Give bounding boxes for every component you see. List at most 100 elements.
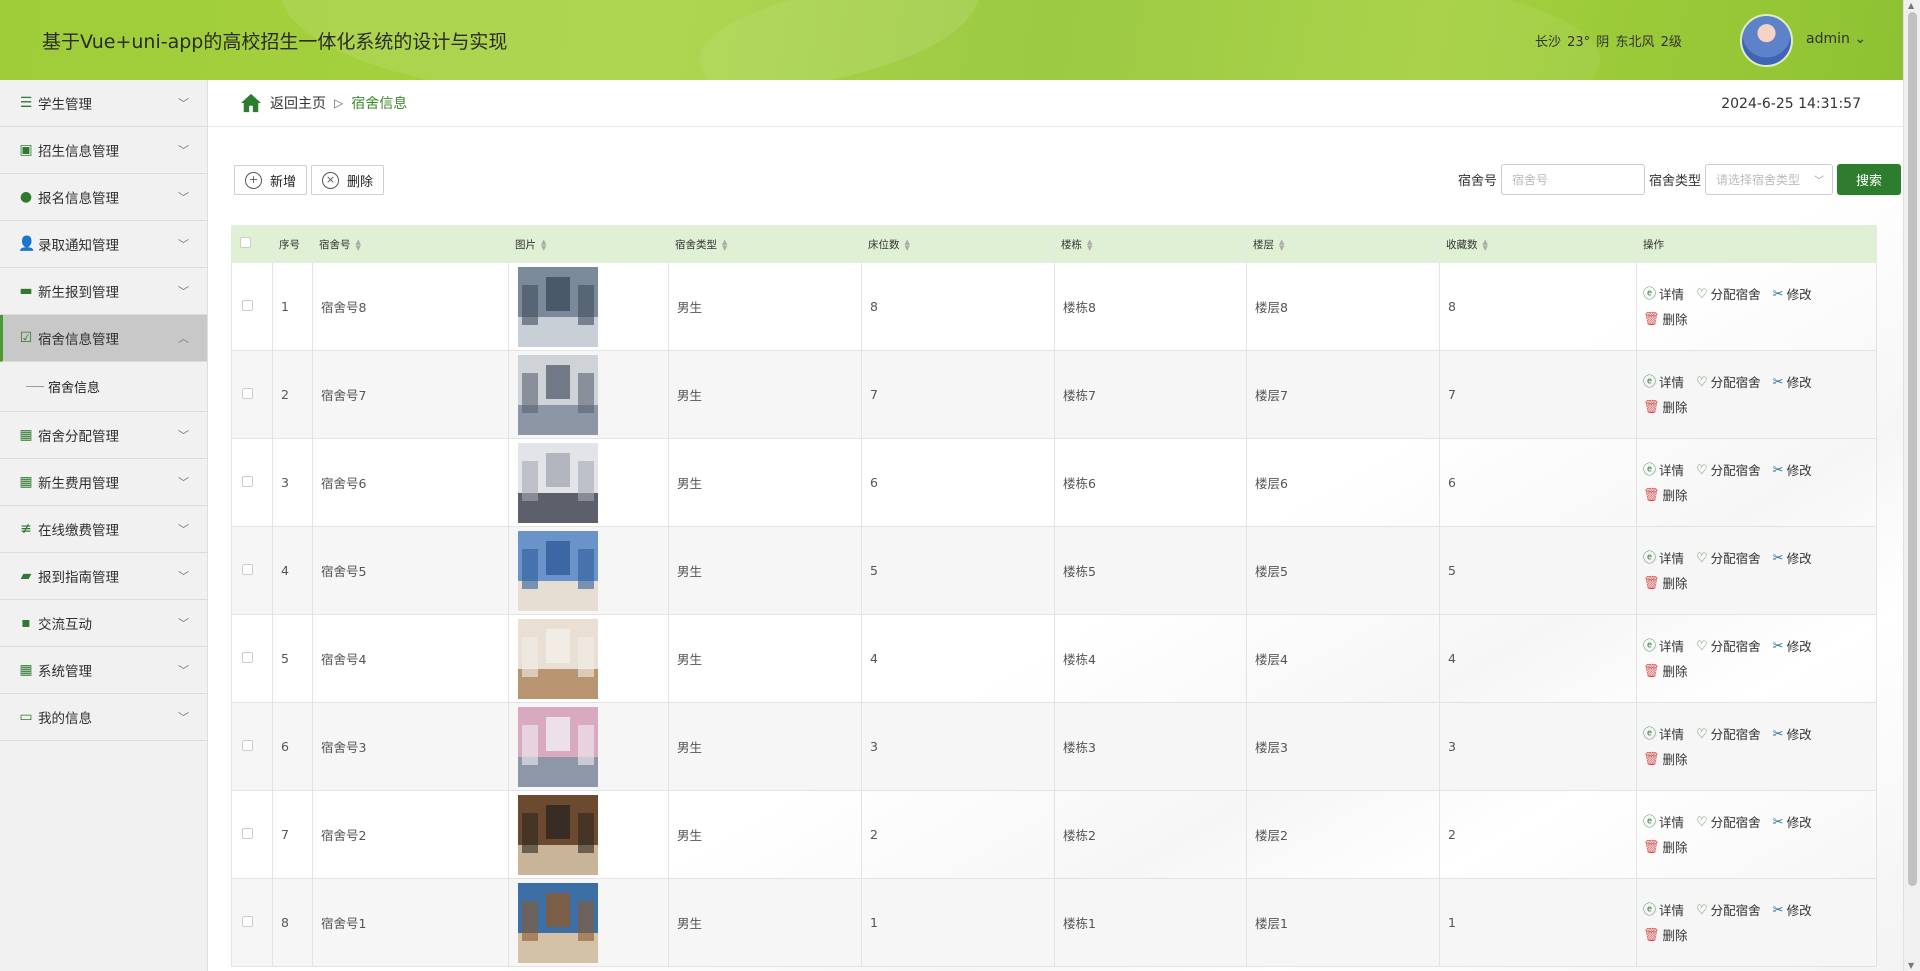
row-delete-button[interactable]: 🗑 删除	[1643, 836, 1688, 860]
edit-button[interactable]: ✂ 修改	[1773, 459, 1812, 483]
sort-icon[interactable]: ▲ ▼	[722, 238, 727, 251]
column-header[interactable]: 宿舍类型 ▲ ▼	[668, 225, 862, 263]
detail-button[interactable]: ⓔ 详情	[1643, 635, 1684, 659]
room-search-input[interactable]	[1500, 164, 1645, 195]
search-button[interactable]: 搜索	[1837, 164, 1901, 195]
sort-icon[interactable]: ▲ ▼	[905, 238, 910, 251]
sidebar-item-interaction[interactable]: ▪ 交流互动 ﹀	[0, 600, 207, 647]
type-select[interactable]: 请选择宿舍类型 ﹀	[1705, 164, 1833, 195]
sort-icon[interactable]: ▲ ▼	[1087, 238, 1092, 251]
row-delete-button[interactable]: 🗑 删除	[1643, 924, 1688, 948]
dorm-photo[interactable]	[518, 794, 598, 875]
row-select-cell[interactable]	[231, 262, 273, 351]
user-menu[interactable]: admin ⌄	[1806, 31, 1866, 47]
sidebar-item-dorm-assign[interactable]: ▦ 宿舍分配管理 ﹀	[0, 412, 207, 459]
sort-icon[interactable]: ▲ ▼	[356, 238, 361, 251]
assign-dorm-button[interactable]: ♡ 分配宿舍	[1696, 899, 1761, 923]
add-button[interactable]: + 新增	[234, 165, 308, 195]
sidebar-item-guide[interactable]: ▰ 报到指南管理 ﹀	[0, 553, 207, 600]
sort-icon[interactable]: ▲ ▼	[1279, 238, 1284, 251]
column-header[interactable]: 图片 ▲ ▼	[508, 225, 669, 263]
row-checkbox[interactable]	[242, 916, 253, 927]
avatar[interactable]	[1740, 14, 1793, 67]
table-row[interactable]: 3 宿舍号6 男生 6 楼栋6 楼层6 6 ⓔ 详情 ♡ 分配宿舍 ✂ 修改 🗑…	[231, 438, 1877, 527]
row-select-cell[interactable]	[231, 614, 273, 703]
sidebar-item-system[interactable]: ▦ 系统管理 ﹀	[0, 647, 207, 694]
row-checkbox[interactable]	[242, 652, 253, 663]
sidebar-item-enroll-info[interactable]: ▣ 招生信息管理 ﹀	[0, 127, 207, 174]
row-delete-button[interactable]: 🗑 删除	[1643, 308, 1688, 332]
sidebar-item-my-info[interactable]: ▭ 我的信息 ﹀	[0, 694, 207, 741]
dorm-photo[interactable]	[518, 706, 598, 787]
table-row[interactable]: 8 宿舍号1 男生 1 楼栋1 楼层1 1 ⓔ 详情 ♡ 分配宿舍 ✂ 修改 🗑…	[231, 878, 1877, 967]
scroll-up-icon[interactable]: ▲	[1908, 1, 1914, 10]
sort-icon[interactable]: ▲ ▼	[1483, 238, 1488, 251]
row-checkbox[interactable]	[242, 388, 253, 399]
detail-button[interactable]: ⓔ 详情	[1643, 283, 1684, 307]
sort-icon[interactable]: ▲ ▼	[541, 238, 546, 251]
row-checkbox[interactable]	[242, 828, 253, 839]
sidebar-item-dorm-info[interactable]: ☑ 宿舍信息管理 ︿	[0, 315, 207, 362]
column-header[interactable]: 床位数 ▲ ▼	[861, 225, 1055, 263]
table-row[interactable]: 5 宿舍号4 男生 4 楼栋4 楼层4 4 ⓔ 详情 ♡ 分配宿舍 ✂ 修改 🗑…	[231, 614, 1877, 703]
column-header[interactable]: 宿舍号 ▲ ▼	[312, 225, 509, 263]
dorm-photo[interactable]	[518, 882, 598, 963]
dorm-photo[interactable]	[518, 354, 598, 435]
assign-dorm-button[interactable]: ♡ 分配宿舍	[1696, 811, 1761, 835]
table-row[interactable]: 7 宿舍号2 男生 2 楼栋2 楼层2 2 ⓔ 详情 ♡ 分配宿舍 ✂ 修改 🗑…	[231, 790, 1877, 879]
detail-button[interactable]: ⓔ 详情	[1643, 899, 1684, 923]
assign-dorm-button[interactable]: ♡ 分配宿舍	[1696, 283, 1761, 307]
scrollbar[interactable]: ▲ ▼	[1903, 0, 1920, 971]
assign-dorm-button[interactable]: ♡ 分配宿舍	[1696, 371, 1761, 395]
edit-button[interactable]: ✂ 修改	[1773, 547, 1812, 571]
row-checkbox[interactable]	[242, 740, 253, 751]
detail-button[interactable]: ⓔ 详情	[1643, 371, 1684, 395]
column-header[interactable]: 楼栋 ▲ ▼	[1054, 225, 1247, 263]
scroll-down-icon[interactable]: ▼	[1908, 961, 1914, 970]
sidebar-item-online-payment[interactable]: ≢ 在线缴费管理 ﹀	[0, 506, 207, 553]
scrollbar-thumb[interactable]	[1908, 12, 1917, 886]
row-select-cell[interactable]	[231, 702, 273, 791]
detail-button[interactable]: ⓔ 详情	[1643, 723, 1684, 747]
row-checkbox[interactable]	[242, 300, 253, 311]
assign-dorm-button[interactable]: ♡ 分配宿舍	[1696, 547, 1761, 571]
edit-button[interactable]: ✂ 修改	[1773, 283, 1812, 307]
edit-button[interactable]: ✂ 修改	[1773, 811, 1812, 835]
edit-button[interactable]: ✂ 修改	[1773, 635, 1812, 659]
edit-button[interactable]: ✂ 修改	[1773, 723, 1812, 747]
row-checkbox[interactable]	[242, 476, 253, 487]
table-row[interactable]: 4 宿舍号5 男生 5 楼栋5 楼层5 5 ⓔ 详情 ♡ 分配宿舍 ✂ 修改 🗑…	[231, 526, 1877, 615]
table-row[interactable]: 6 宿舍号3 男生 3 楼栋3 楼层3 3 ⓔ 详情 ♡ 分配宿舍 ✂ 修改 🗑…	[231, 702, 1877, 791]
column-header[interactable]: 收藏数 ▲ ▼	[1439, 225, 1637, 263]
delete-button[interactable]: × 删除	[311, 165, 385, 195]
edit-button[interactable]: ✂ 修改	[1773, 899, 1812, 923]
row-delete-button[interactable]: 🗑 删除	[1643, 660, 1688, 684]
assign-dorm-button[interactable]: ♡ 分配宿舍	[1696, 459, 1761, 483]
row-select-cell[interactable]	[231, 878, 273, 967]
sidebar-item-admission-notice[interactable]: 👤 录取通知管理 ﹀	[0, 221, 207, 268]
row-delete-button[interactable]: 🗑 删除	[1643, 396, 1688, 420]
row-select-cell[interactable]	[231, 350, 273, 439]
sidebar-item-registration[interactable]: ● 报名信息管理 ﹀	[0, 174, 207, 221]
dorm-photo[interactable]	[518, 530, 598, 611]
column-header[interactable]: 楼层 ▲ ▼	[1246, 225, 1440, 263]
sidebar-subitem-dorm-info[interactable]: 宿舍信息	[0, 362, 207, 412]
assign-dorm-button[interactable]: ♡ 分配宿舍	[1696, 635, 1761, 659]
sidebar-item-fees[interactable]: ▦ 新生费用管理 ﹀	[0, 459, 207, 506]
dorm-photo[interactable]	[518, 266, 598, 347]
detail-button[interactable]: ⓔ 详情	[1643, 811, 1684, 835]
row-select-cell[interactable]	[231, 438, 273, 527]
sidebar-item-student[interactable]: ☰ 学生管理 ﹀	[0, 80, 207, 127]
assign-dorm-button[interactable]: ♡ 分配宿舍	[1696, 723, 1761, 747]
detail-button[interactable]: ⓔ 详情	[1643, 459, 1684, 483]
row-select-cell[interactable]	[231, 790, 273, 879]
edit-button[interactable]: ✂ 修改	[1773, 371, 1812, 395]
dorm-photo[interactable]	[518, 442, 598, 523]
row-delete-button[interactable]: 🗑 删除	[1643, 572, 1688, 596]
detail-button[interactable]: ⓔ 详情	[1643, 547, 1684, 571]
home-icon[interactable]	[240, 93, 262, 113]
row-select-cell[interactable]	[231, 526, 273, 615]
select-all-checkbox[interactable]	[240, 237, 251, 248]
home-link[interactable]: 返回主页	[270, 93, 326, 113]
row-delete-button[interactable]: 🗑 删除	[1643, 748, 1688, 772]
